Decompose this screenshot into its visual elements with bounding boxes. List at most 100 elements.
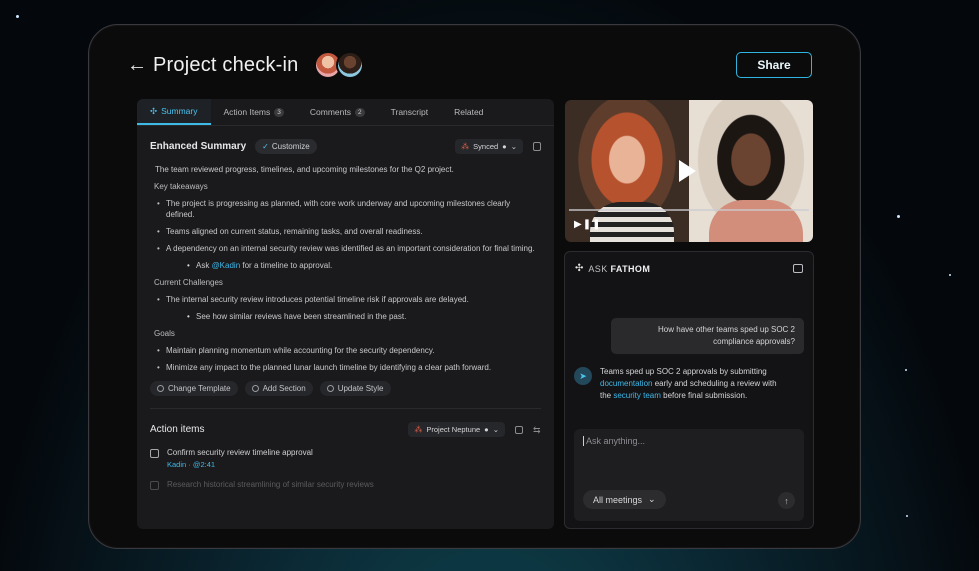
- ask-header: ✣ ASK FATHOM: [565, 252, 813, 274]
- page-title: Project check-in: [153, 53, 299, 76]
- user-message: How have other teams sped up SOC 2 compl…: [611, 318, 804, 354]
- task-checkbox[interactable]: [150, 449, 159, 458]
- button-label: Update Style: [337, 384, 384, 393]
- settings-sliders-icon[interactable]: ⇆: [533, 425, 541, 434]
- ask-fathom-panel: ✣ ASK FATHOM How have other teams sped u…: [564, 251, 814, 529]
- send-arrow-up-icon[interactable]: ↑: [778, 492, 795, 509]
- sub-list-item[interactable]: See how similar reviews have been stream…: [155, 311, 536, 322]
- star: [906, 515, 908, 517]
- meetings-label: All meetings: [593, 494, 643, 505]
- avatar[interactable]: [336, 51, 365, 79]
- section-heading: Goals: [154, 329, 175, 338]
- task-checkbox[interactable]: [150, 481, 159, 490]
- list-item: Teams aligned on current status, remaini…: [155, 226, 536, 237]
- task-text: Research historical streamlining of simi…: [167, 480, 374, 489]
- video-progress-bar[interactable]: [569, 209, 809, 211]
- summary-actions: Change Template Add Section Update Style: [137, 379, 554, 396]
- star: [949, 274, 951, 276]
- participant-video: [689, 100, 813, 242]
- mention-link[interactable]: @Kadin: [212, 261, 241, 270]
- add-section-button[interactable]: Add Section: [244, 381, 313, 396]
- list-item: Maintain planning momentum while account…: [155, 345, 536, 356]
- check-circle-icon: ●: [484, 425, 489, 434]
- tab-label: Related: [454, 107, 484, 117]
- tab-action-items[interactable]: Action Items 3: [211, 99, 297, 125]
- security-team-link[interactable]: security team: [613, 391, 661, 400]
- video-player[interactable]: ▶❚❚: [565, 100, 813, 242]
- task-text: Confirm security review timeline approva…: [167, 448, 313, 457]
- text: for a timeline to approval.: [240, 261, 333, 270]
- tab-related[interactable]: Related: [441, 99, 496, 125]
- change-template-button[interactable]: Change Template: [150, 381, 238, 396]
- project-label: Project Neptune: [426, 425, 481, 434]
- list-item: Minimize any impact to the planned lunar…: [155, 362, 536, 373]
- task-meta[interactable]: Kadin · @2:41: [167, 460, 313, 469]
- section-heading: Current Challenges: [154, 278, 223, 287]
- list-item: The project is progressing as planned, w…: [155, 198, 536, 220]
- share-button[interactable]: Share: [736, 52, 812, 78]
- ask-title-prefix: ASK: [588, 263, 611, 274]
- synced-dropdown[interactable]: ⁂ Synced ● ⌄: [455, 138, 523, 154]
- play-pause-icon[interactable]: ▶❚❚: [574, 219, 601, 230]
- tab-summary[interactable]: ✣ Summary: [137, 99, 211, 125]
- chevron-down-icon: ⌄: [510, 141, 517, 151]
- chevron-down-icon: ⌄: [492, 425, 499, 434]
- text: Ask: [196, 261, 212, 270]
- ask-input[interactable]: [583, 436, 783, 446]
- star: [897, 215, 900, 218]
- action-items-title: Action items: [150, 424, 205, 435]
- tab-count-badge: 3: [274, 107, 284, 117]
- sub-list-item: Ask @Kadin for a timeline to approval.: [155, 260, 536, 271]
- summary-title: Enhanced Summary: [150, 140, 247, 152]
- circle-icon: [326, 385, 334, 392]
- copy-icon[interactable]: [515, 425, 523, 434]
- update-style-button[interactable]: Update Style: [319, 381, 391, 396]
- tab-label: Transcript: [390, 107, 429, 117]
- participants: [314, 51, 365, 79]
- list-item: The internal security review introduces …: [155, 294, 536, 305]
- copy-icon[interactable]: [533, 141, 541, 151]
- star: [16, 15, 19, 18]
- ask-title-brand: FATHOM: [610, 263, 651, 274]
- tab-comments[interactable]: Comments 2: [297, 99, 378, 125]
- task-item: Research historical streamlining of simi…: [137, 469, 554, 490]
- play-icon[interactable]: [679, 160, 696, 182]
- summary-header: Enhanced Summary ✓ Customize ⁂ Synced ● …: [137, 126, 554, 156]
- fathom-logo-icon: ➤: [574, 367, 592, 385]
- tab-bar: ✣ Summary Action Items 3 Comments 2 Tran…: [137, 99, 554, 126]
- tab-transcript[interactable]: Transcript: [378, 99, 441, 125]
- ask-title: ASK FATHOM: [588, 264, 650, 274]
- action-items-header: Action items ⁂ Project Neptune ● ⌄ ⇆: [137, 409, 554, 437]
- assistant-text: Teams sped up SOC 2 approvals by submitt…: [600, 366, 785, 402]
- circle-icon: [157, 385, 164, 392]
- sparkle-icon: ✣: [575, 263, 584, 274]
- circle-icon: [251, 385, 259, 392]
- section-heading: Key takeaways: [154, 182, 208, 191]
- summary-intro: The team reviewed progress, timelines, a…: [155, 165, 454, 174]
- sidebar-toggle-icon[interactable]: [793, 264, 803, 273]
- integration-icon: ⁂: [414, 425, 423, 434]
- button-label: Add Section: [262, 384, 306, 393]
- arrow-left-icon[interactable]: ←: [127, 54, 149, 77]
- header: ← Project check-in Share: [127, 47, 812, 83]
- text: before final submission.: [660, 391, 748, 400]
- tab-count-badge: 2: [355, 107, 365, 117]
- task-item: Confirm security review timeline approva…: [137, 437, 554, 469]
- star: [905, 369, 907, 371]
- synced-label: Synced: [473, 141, 499, 151]
- integration-icon: ⁂: [461, 141, 470, 151]
- sparkle-icon: ✣: [150, 105, 158, 116]
- tab-label: Comments: [309, 107, 351, 117]
- summary-panel: ✣ Summary Action Items 3 Comments 2 Tran…: [137, 99, 554, 529]
- list-item: A dependency on an internal security rev…: [155, 243, 536, 254]
- documentation-link[interactable]: documentation: [600, 379, 652, 388]
- app-window: ← Project check-in Share ✣ Summary Actio…: [88, 24, 861, 549]
- project-dropdown[interactable]: ⁂ Project Neptune ● ⌄: [408, 422, 505, 437]
- ask-input-box: All meetings ⌄ ↑: [574, 429, 804, 521]
- tab-label: Summary: [161, 106, 198, 116]
- assistant-message: ➤ Teams sped up SOC 2 approvals by submi…: [574, 366, 785, 402]
- chevron-down-icon: ⌄: [648, 494, 656, 504]
- customize-button[interactable]: ✓ Customize: [255, 138, 317, 154]
- check-circle-icon: ●: [502, 141, 507, 151]
- meetings-filter-dropdown[interactable]: All meetings ⌄: [583, 490, 666, 509]
